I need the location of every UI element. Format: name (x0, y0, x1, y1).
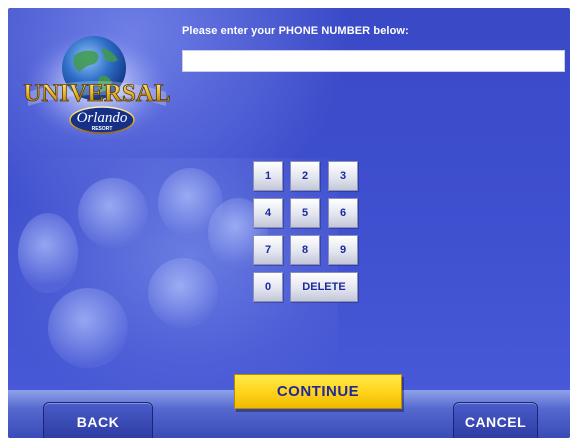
key-5[interactable]: 5 (290, 198, 320, 228)
key-9[interactable]: 9 (328, 235, 358, 265)
phone-number-field[interactable] (182, 50, 565, 72)
key-6[interactable]: 6 (328, 198, 358, 228)
phone-prompt-label: Please enter your PHONE NUMBER below: (182, 25, 409, 37)
key-7[interactable]: 7 (253, 235, 283, 265)
logo-brand-text: UNIVERSAL (23, 80, 170, 107)
kiosk-screen: UNIVERSAL Orlando RESORT Please enter yo… (8, 8, 570, 438)
logo-script-text: Orlando (77, 110, 128, 126)
key-4[interactable]: 4 (253, 198, 283, 228)
continue-button[interactable]: CONTINUE (234, 374, 402, 409)
universal-orlando-logo: UNIVERSAL Orlando RESORT (23, 30, 171, 142)
background-photo-riders (8, 158, 338, 398)
key-0[interactable]: 0 (253, 272, 283, 302)
cancel-button[interactable]: CANCEL (453, 402, 538, 438)
key-2[interactable]: 2 (290, 161, 320, 191)
delete-button[interactable]: DELETE (290, 272, 358, 302)
logo-sub-text: RESORT (92, 126, 113, 132)
key-8[interactable]: 8 (290, 235, 320, 265)
back-button[interactable]: BACK (43, 402, 153, 438)
key-3[interactable]: 3 (328, 161, 358, 191)
key-1[interactable]: 1 (253, 161, 283, 191)
